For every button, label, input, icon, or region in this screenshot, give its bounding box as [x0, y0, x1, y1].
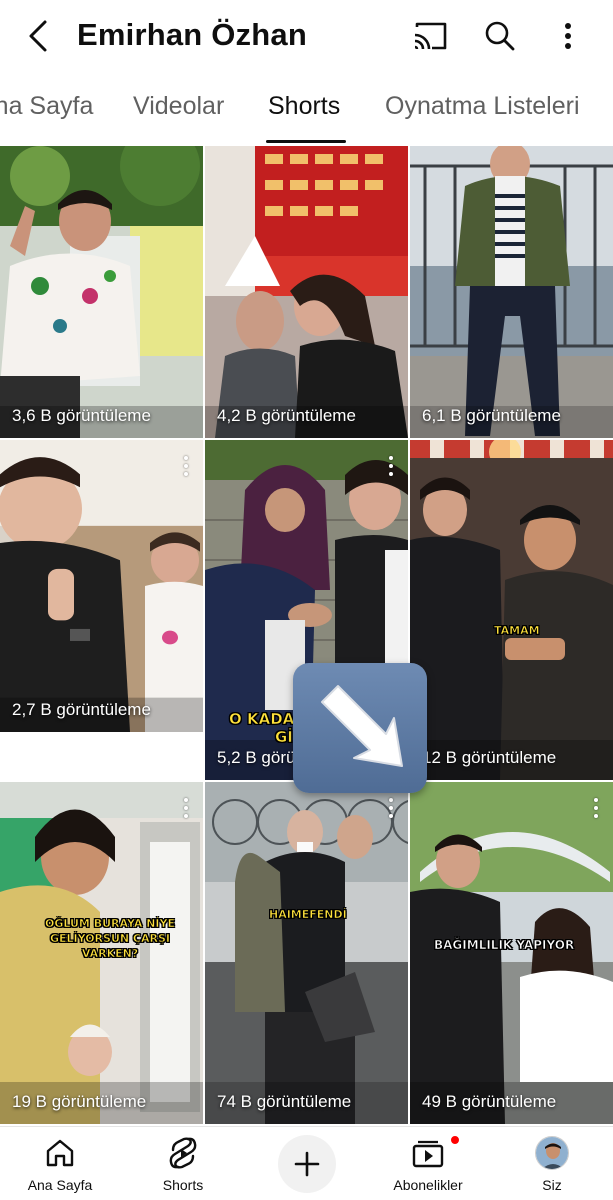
- tab-playlists[interactable]: Oynatma Listeleri: [385, 92, 580, 121]
- nav-subscriptions[interactable]: Abonelikler: [368, 1127, 488, 1200]
- nav-shorts[interactable]: Shorts: [123, 1127, 243, 1200]
- plus-icon: [294, 1151, 320, 1177]
- cast-button[interactable]: [408, 14, 452, 58]
- arrow-down-right-icon: [321, 685, 403, 767]
- short-thumbnail[interactable]: 6,1 B görüntüleme: [410, 146, 613, 438]
- tab-videos[interactable]: Videolar: [133, 92, 224, 121]
- app-header: Emirhan Özhan: [0, 0, 613, 72]
- nav-you[interactable]: Siz: [492, 1127, 612, 1200]
- thumbnail-image: [410, 782, 613, 1124]
- notification-dot: [450, 1135, 460, 1145]
- nav-home[interactable]: Ana Sayfa: [0, 1127, 120, 1200]
- more-options-button[interactable]: [179, 798, 193, 820]
- short-thumbnail[interactable]: TAMAM 12 B görüntüleme: [410, 440, 613, 780]
- tab-home[interactable]: Ana Sayfa: [0, 92, 93, 121]
- cast-icon: [414, 22, 447, 50]
- short-thumbnail[interactable]: 2,7 B görüntüleme: [0, 440, 203, 732]
- short-thumbnail[interactable]: 3,6 B görüntüleme: [0, 146, 203, 438]
- more-vertical-icon: [565, 23, 571, 49]
- caption-overlay: OĞLUM BURAYA NİYE GELİYORSUN ÇARŞI VARKE…: [45, 917, 176, 961]
- more-options-button[interactable]: [384, 798, 398, 820]
- thumbnail-image: [0, 146, 203, 438]
- view-count: 49 B görüntüleme: [422, 1092, 557, 1111]
- shorts-icon: [169, 1137, 197, 1169]
- short-thumbnail[interactable]: BAĞIMLILIK YAPIYOR 49 B görüntüleme: [410, 782, 613, 1124]
- thumbnail-image: [205, 146, 408, 438]
- view-count: 3,6 B görüntüleme: [12, 406, 151, 425]
- subscriptions-icon: [412, 1140, 444, 1168]
- back-button[interactable]: [18, 14, 58, 58]
- more-options-button[interactable]: [589, 798, 603, 820]
- home-icon: [46, 1139, 74, 1167]
- floating-arrow-button[interactable]: [293, 663, 427, 793]
- channel-title: Emirhan Özhan: [77, 17, 307, 52]
- search-icon: [485, 21, 515, 51]
- active-tab-indicator: [266, 140, 346, 143]
- search-button[interactable]: [478, 14, 522, 58]
- nav-you-label: Siz: [542, 1177, 562, 1193]
- thumbnail-image: [410, 146, 613, 438]
- thumbnail-image: [410, 440, 613, 780]
- short-thumbnail[interactable]: 4,2 B görüntüleme: [205, 146, 408, 438]
- more-options-button[interactable]: [546, 14, 590, 58]
- more-options-button[interactable]: [179, 456, 193, 478]
- view-count: 74 B görüntüleme: [217, 1092, 352, 1111]
- view-count: 12 B görüntüleme: [422, 748, 557, 767]
- view-count: 6,1 B görüntüleme: [422, 406, 561, 425]
- view-count: 2,7 B görüntüleme: [12, 700, 151, 719]
- nav-shorts-label: Shorts: [162, 1177, 204, 1193]
- channel-tabs: Ana Sayfa Videolar Shorts Oynatma Listel…: [0, 76, 613, 146]
- nav-subscriptions-label: Abonelikler: [393, 1177, 463, 1193]
- short-thumbnail[interactable]: OĞLUM BURAYA NİYE GELİYORSUN ÇARŞI VARKE…: [0, 782, 203, 1124]
- caption-overlay: TAMAM: [494, 624, 540, 638]
- tab-shorts[interactable]: Shorts: [268, 92, 340, 121]
- bottom-navigation: Ana Sayfa Shorts Abonelikler Siz: [0, 1126, 613, 1200]
- back-arrow-icon: [29, 20, 47, 52]
- thumbnail-image: [0, 440, 203, 732]
- view-count: 4,2 B görüntüleme: [217, 406, 356, 425]
- thumbnail-image: [205, 782, 408, 1124]
- shorts-grid: 3,6 B görüntüleme 4,2 B görüntüleme 6,1 …: [0, 146, 613, 1124]
- create-button[interactable]: [278, 1135, 336, 1193]
- view-count: 19 B görüntüleme: [12, 1092, 147, 1111]
- caption-overlay: HAIMEFENDİ: [269, 908, 347, 922]
- avatar: [535, 1136, 569, 1170]
- nav-home-label: Ana Sayfa: [27, 1177, 93, 1193]
- more-options-button[interactable]: [384, 456, 398, 478]
- caption-overlay: BAĞIMLILIK YAPIYOR: [434, 938, 575, 953]
- short-thumbnail[interactable]: HAIMEFENDİ 74 B görüntüleme: [205, 782, 408, 1124]
